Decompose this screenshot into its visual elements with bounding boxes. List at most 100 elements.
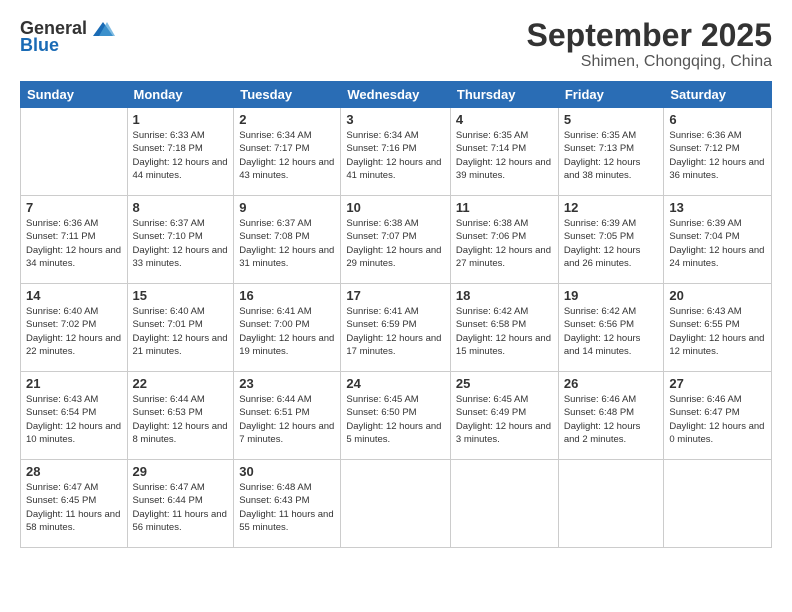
- header-row: Sunday Monday Tuesday Wednesday Thursday…: [21, 82, 772, 108]
- day-number: 11: [456, 200, 553, 215]
- day-info: Sunrise: 6:36 AM Sunset: 7:12 PM Dayligh…: [669, 129, 766, 182]
- day-info: Sunrise: 6:46 AM Sunset: 6:48 PM Dayligh…: [564, 393, 659, 446]
- calendar-cell: 20Sunrise: 6:43 AM Sunset: 6:55 PM Dayli…: [664, 284, 772, 372]
- day-number: 4: [456, 112, 553, 127]
- header: General Blue September 2025 Shimen, Chon…: [20, 18, 772, 71]
- day-number: 19: [564, 288, 659, 303]
- calendar-cell: 23 Sunrise: 6:44 AM Sunset: 6:51 PM Dayli…: [234, 372, 341, 460]
- day-number: 30: [239, 464, 335, 479]
- day-info: Sunrise: 6:43 AM Sunset: 6:55 PM Dayligh…: [669, 305, 766, 358]
- day-info: Sunrise: 6:33 AM Sunset: 7:18 PM Dayligh…: [133, 129, 229, 182]
- day-number: 9: [239, 200, 335, 215]
- calendar-cell: [341, 460, 451, 548]
- day-info: Sunrise: 6:37 AM Sunset: 7:08 PM Dayligh…: [239, 217, 335, 270]
- calendar-row-5: 28 Sunrise: 6:47 AM Sunset: 6:45 PM Dayli…: [21, 460, 772, 548]
- calendar-cell: 17 Sunrise: 6:41 AM Sunset: 6:59 PM Dayli…: [341, 284, 451, 372]
- day-number: 10: [346, 200, 445, 215]
- day-number: 7: [26, 200, 122, 215]
- calendar-cell: 11 Sunrise: 6:38 AM Sunset: 7:06 PM Dayli…: [450, 196, 558, 284]
- title-section: September 2025 Shimen, Chongqing, China: [527, 18, 772, 71]
- day-number: 17: [346, 288, 445, 303]
- calendar-cell: 3Sunrise: 6:34 AM Sunset: 7:16 PM Daylig…: [341, 108, 451, 196]
- day-number: 27: [669, 376, 766, 391]
- day-info: Sunrise: 6:42 AM Sunset: 6:56 PM Dayligh…: [564, 305, 659, 358]
- day-info: Sunrise: 6:44 AM Sunset: 6:51 PM Dayligh…: [239, 393, 335, 446]
- col-friday: Friday: [558, 82, 664, 108]
- logo: General Blue: [20, 18, 115, 56]
- day-info: Sunrise: 6:39 AM Sunset: 7:04 PM Dayligh…: [669, 217, 766, 270]
- day-info: Sunrise: 6:45 AM Sunset: 6:49 PM Dayligh…: [456, 393, 553, 446]
- calendar-row-3: 14 Sunrise: 6:40 AM Sunset: 7:02 PM Dayli…: [21, 284, 772, 372]
- col-thursday: Thursday: [450, 82, 558, 108]
- calendar-table: Sunday Monday Tuesday Wednesday Thursday…: [20, 81, 772, 548]
- calendar-row-4: 21 Sunrise: 6:43 AM Sunset: 6:54 PM Dayli…: [21, 372, 772, 460]
- calendar-cell: 22 Sunrise: 6:44 AM Sunset: 6:53 PM Dayli…: [127, 372, 234, 460]
- col-monday: Monday: [127, 82, 234, 108]
- day-info: Sunrise: 6:43 AM Sunset: 6:54 PM Dayligh…: [26, 393, 122, 446]
- calendar-cell: 16 Sunrise: 6:41 AM Sunset: 7:00 PM Dayli…: [234, 284, 341, 372]
- day-number: 15: [133, 288, 229, 303]
- day-info: Sunrise: 6:35 AM Sunset: 7:13 PM Dayligh…: [564, 129, 659, 182]
- day-number: 16: [239, 288, 335, 303]
- day-info: Sunrise: 6:40 AM Sunset: 7:02 PM Dayligh…: [26, 305, 122, 358]
- col-sunday: Sunday: [21, 82, 128, 108]
- day-number: 23: [239, 376, 335, 391]
- day-number: 24: [346, 376, 445, 391]
- calendar-cell: 30 Sunrise: 6:48 AM Sunset: 6:43 PM Dayli…: [234, 460, 341, 548]
- day-info: Sunrise: 6:39 AM Sunset: 7:05 PM Dayligh…: [564, 217, 659, 270]
- calendar-cell: 2Sunrise: 6:34 AM Sunset: 7:17 PM Daylig…: [234, 108, 341, 196]
- day-info: Sunrise: 6:37 AM Sunset: 7:10 PM Dayligh…: [133, 217, 229, 270]
- day-info: Sunrise: 6:40 AM Sunset: 7:01 PM Dayligh…: [133, 305, 229, 358]
- day-number: 12: [564, 200, 659, 215]
- calendar-cell: [558, 460, 664, 548]
- calendar-cell: 13Sunrise: 6:39 AM Sunset: 7:04 PM Dayli…: [664, 196, 772, 284]
- col-wednesday: Wednesday: [341, 82, 451, 108]
- day-number: 28: [26, 464, 122, 479]
- day-number: 14: [26, 288, 122, 303]
- month-title: September 2025: [527, 18, 772, 53]
- col-tuesday: Tuesday: [234, 82, 341, 108]
- day-info: Sunrise: 6:47 AM Sunset: 6:45 PM Dayligh…: [26, 481, 122, 534]
- calendar-cell: 1Sunrise: 6:33 AM Sunset: 7:18 PM Daylig…: [127, 108, 234, 196]
- day-number: 21: [26, 376, 122, 391]
- calendar-cell: 26 Sunrise: 6:46 AM Sunset: 6:48 PM Dayli…: [558, 372, 664, 460]
- day-info: Sunrise: 6:42 AM Sunset: 6:58 PM Dayligh…: [456, 305, 553, 358]
- day-info: Sunrise: 6:34 AM Sunset: 7:17 PM Dayligh…: [239, 129, 335, 182]
- day-number: 18: [456, 288, 553, 303]
- day-number: 25: [456, 376, 553, 391]
- calendar-cell: 25 Sunrise: 6:45 AM Sunset: 6:49 PM Dayli…: [450, 372, 558, 460]
- calendar-cell: 24 Sunrise: 6:45 AM Sunset: 6:50 PM Dayli…: [341, 372, 451, 460]
- calendar-row-1: 1Sunrise: 6:33 AM Sunset: 7:18 PM Daylig…: [21, 108, 772, 196]
- calendar-cell: 7 Sunrise: 6:36 AM Sunset: 7:11 PM Daylig…: [21, 196, 128, 284]
- day-info: Sunrise: 6:47 AM Sunset: 6:44 PM Dayligh…: [133, 481, 229, 534]
- day-info: Sunrise: 6:38 AM Sunset: 7:06 PM Dayligh…: [456, 217, 553, 270]
- location-title: Shimen, Chongqing, China: [527, 53, 772, 71]
- day-info: Sunrise: 6:38 AM Sunset: 7:07 PM Dayligh…: [346, 217, 445, 270]
- day-info: Sunrise: 6:41 AM Sunset: 6:59 PM Dayligh…: [346, 305, 445, 358]
- calendar-cell: 8 Sunrise: 6:37 AM Sunset: 7:10 PM Daylig…: [127, 196, 234, 284]
- day-info: Sunrise: 6:45 AM Sunset: 6:50 PM Dayligh…: [346, 393, 445, 446]
- day-info: Sunrise: 6:46 AM Sunset: 6:47 PM Dayligh…: [669, 393, 766, 446]
- logo-icon: [91, 20, 115, 38]
- day-info: Sunrise: 6:36 AM Sunset: 7:11 PM Dayligh…: [26, 217, 122, 270]
- calendar-cell: [450, 460, 558, 548]
- day-info: Sunrise: 6:44 AM Sunset: 6:53 PM Dayligh…: [133, 393, 229, 446]
- calendar-page: General Blue September 2025 Shimen, Chon…: [0, 0, 792, 612]
- calendar-cell: 10 Sunrise: 6:38 AM Sunset: 7:07 PM Dayli…: [341, 196, 451, 284]
- day-info: Sunrise: 6:35 AM Sunset: 7:14 PM Dayligh…: [456, 129, 553, 182]
- logo-blue-text: Blue: [20, 35, 59, 56]
- calendar-row-2: 7 Sunrise: 6:36 AM Sunset: 7:11 PM Daylig…: [21, 196, 772, 284]
- day-number: 3: [346, 112, 445, 127]
- calendar-cell: 15 Sunrise: 6:40 AM Sunset: 7:01 PM Dayli…: [127, 284, 234, 372]
- calendar-cell: 19 Sunrise: 6:42 AM Sunset: 6:56 PM Dayli…: [558, 284, 664, 372]
- calendar-cell: 5Sunrise: 6:35 AM Sunset: 7:13 PM Daylig…: [558, 108, 664, 196]
- calendar-cell: 9 Sunrise: 6:37 AM Sunset: 7:08 PM Daylig…: [234, 196, 341, 284]
- day-number: 22: [133, 376, 229, 391]
- calendar-cell: 27 Sunrise: 6:46 AM Sunset: 6:47 PM Dayli…: [664, 372, 772, 460]
- calendar-cell: 29Sunrise: 6:47 AM Sunset: 6:44 PM Dayli…: [127, 460, 234, 548]
- day-number: 8: [133, 200, 229, 215]
- day-info: Sunrise: 6:41 AM Sunset: 7:00 PM Dayligh…: [239, 305, 335, 358]
- day-number: 26: [564, 376, 659, 391]
- day-info: Sunrise: 6:48 AM Sunset: 6:43 PM Dayligh…: [239, 481, 335, 534]
- calendar-cell: 18 Sunrise: 6:42 AM Sunset: 6:58 PM Dayli…: [450, 284, 558, 372]
